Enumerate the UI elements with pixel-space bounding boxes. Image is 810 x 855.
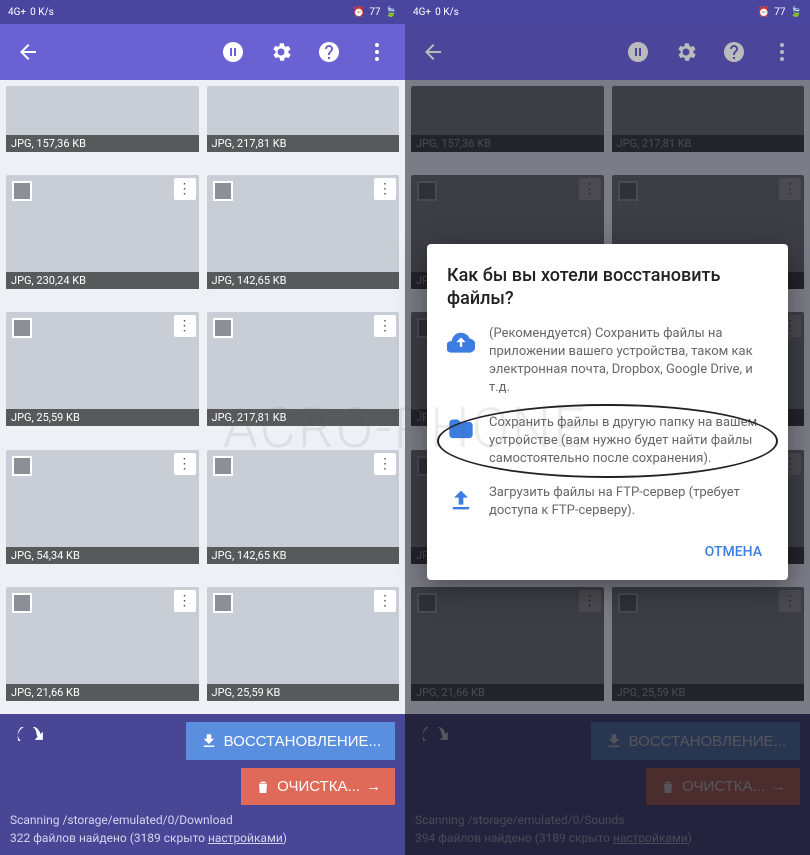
checkbox[interactable] [12, 318, 32, 338]
thumb-more-button[interactable]: ⋮ [374, 178, 396, 200]
bottom-panel: ВОССТАНОВЛЕНИЕ... ОЧИСТКА...→ Scanning /… [0, 714, 405, 855]
image-thumb[interactable]: ⋮JPG, 217,81 KB [207, 312, 400, 426]
image-thumb[interactable]: ⋮JPG, 142,65 KB [207, 175, 400, 289]
image-thumb[interactable]: JPG, 217,81 KB [207, 86, 400, 152]
alarm-icon: ⏰ [353, 7, 365, 18]
image-thumb[interactable]: ⋮JPG, 25,59 KB [6, 312, 199, 426]
overflow-button[interactable] [762, 32, 802, 72]
checkbox[interactable] [213, 456, 233, 476]
thumb-more-button[interactable]: ⋮ [374, 453, 396, 475]
restore-dialog: Как бы вы хотели восстановить файлы? (Ре… [427, 244, 788, 580]
settings-link[interactable]: настройками [208, 831, 283, 845]
checkbox[interactable] [12, 593, 32, 613]
checkbox[interactable] [213, 181, 233, 201]
checkbox[interactable] [12, 181, 32, 201]
thumb-more-button[interactable]: ⋮ [174, 315, 196, 337]
image-thumb[interactable]: ⋮JPG, 25,59 KB [207, 587, 400, 701]
right-pane: 4G+ 0 K/s ⏰ 77 🍃 JPG, 157,36 KB JPG, 217… [405, 0, 810, 855]
leaf-icon: 🍃 [385, 7, 397, 18]
folder-icon [447, 416, 475, 448]
status-bar: 4G+ 0 K/s ⏰ 77 🍃 [0, 0, 405, 24]
thumb-more-button[interactable]: ⋮ [374, 315, 396, 337]
left-pane: 4G+ 0 K/s ⏰ 77 🍃 JPG, 157,36 KB JPG, 217… [0, 0, 405, 855]
clean-button[interactable]: ОЧИСТКА...→ [241, 768, 395, 805]
dialog-option-ftp[interactable]: Загрузить файлы на FTP-сервер (требует д… [447, 484, 768, 520]
network-indicator: 4G+ [8, 7, 26, 18]
help-button[interactable] [309, 32, 349, 72]
thumb-more-button[interactable]: ⋮ [174, 178, 196, 200]
status-bar: 4G+ 0 K/s ⏰ 77 🍃 [405, 0, 810, 24]
thumb-more-button[interactable]: ⋮ [174, 590, 196, 612]
alarm-icon: ⏰ [758, 7, 770, 18]
network-indicator: 4G+ [413, 7, 431, 18]
battery-indicator: 77 [369, 7, 380, 18]
checkbox[interactable] [12, 456, 32, 476]
overflow-button[interactable] [357, 32, 397, 72]
image-thumb[interactable]: ⋮JPG, 54,34 KB [6, 450, 199, 564]
pause-button[interactable] [213, 32, 253, 72]
back-button[interactable] [413, 32, 453, 72]
cloud-upload-icon [447, 327, 475, 359]
upload-icon [447, 486, 475, 518]
image-thumb[interactable]: ⋮JPG, 230,24 KB [6, 175, 199, 289]
back-button[interactable] [8, 32, 48, 72]
checkbox[interactable] [213, 593, 233, 613]
image-thumb[interactable]: JPG, 157,36 KB [6, 86, 199, 152]
app-bar [0, 24, 405, 80]
scan-status: Scanning /storage/emulated/0/Download 32… [10, 811, 395, 847]
refresh-button[interactable] [16, 727, 44, 755]
battery-indicator: 77 [774, 7, 785, 18]
speed-indicator: 0 K/s [30, 7, 54, 18]
leaf-icon: 🍃 [790, 7, 802, 18]
speed-indicator: 0 K/s [435, 7, 459, 18]
settings-button[interactable] [666, 32, 706, 72]
image-thumb[interactable]: ⋮JPG, 142,65 KB [207, 450, 400, 564]
thumb-more-button[interactable]: ⋮ [174, 453, 196, 475]
checkbox[interactable] [213, 318, 233, 338]
dialog-title: Как бы вы хотели восстановить файлы? [447, 264, 768, 311]
dialog-option-cloud[interactable]: (Рекомендуется) Сохранить файлы на прило… [447, 325, 768, 398]
pause-button[interactable] [618, 32, 658, 72]
thumb-more-button[interactable]: ⋮ [374, 590, 396, 612]
settings-button[interactable] [261, 32, 301, 72]
dialog-option-folder[interactable]: Сохранить файлы в другую папку на вашем … [447, 414, 768, 469]
cancel-button[interactable]: ОТМЕНА [699, 536, 768, 568]
restore-button[interactable]: ВОССТАНОВЛЕНИЕ... [186, 722, 395, 760]
image-thumb[interactable]: ⋮JPG, 21,66 KB [6, 587, 199, 701]
image-grid: JPG, 157,36 KB JPG, 217,81 KB ⋮JPG, 230,… [0, 80, 405, 722]
help-button[interactable] [714, 32, 754, 72]
app-bar [405, 24, 810, 80]
